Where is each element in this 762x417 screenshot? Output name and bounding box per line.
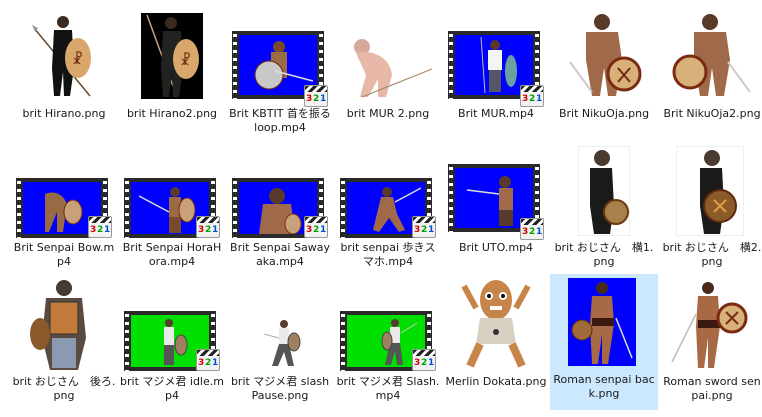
file-grid: ☧ brit Hirano.png ☧ brit Hirano2.png 3 2… — [0, 0, 762, 417]
file-item[interactable]: 321 Brit Senpai HoraHora.mp4 — [118, 142, 226, 278]
video-thumbnail: 321 — [334, 276, 442, 372]
file-name: brit Hirano.png — [22, 107, 106, 120]
file-item[interactable]: brit MUR 2.png — [334, 8, 442, 144]
warrior-image — [670, 12, 754, 98]
person-image — [676, 146, 744, 236]
image-thumbnail — [10, 276, 118, 372]
person-image — [28, 278, 98, 370]
file-item[interactable]: 321 Brit Senpai Sawayaka.mp4 — [226, 142, 334, 278]
file-name: Roman sword senpai.png — [663, 375, 761, 402]
image-thumbnail: ☧ — [118, 8, 226, 104]
file-item[interactable]: 321 Brit UTO.mp4 — [442, 142, 550, 278]
media-player-icon: 321 — [520, 218, 544, 240]
file-item[interactable]: 321 brit マジメ君 idle.mp4 — [118, 276, 226, 412]
person-image — [578, 146, 630, 236]
person-image — [234, 316, 326, 370]
file-item[interactable]: brit おじさん 横2.png — [658, 142, 762, 278]
file-name: Brit UTO.mp4 — [458, 241, 534, 254]
file-item[interactable]: ☧ brit Hirano2.png — [118, 8, 226, 144]
file-name: brit Hirano2.png — [126, 107, 218, 120]
media-player-icon: 321 — [412, 349, 436, 371]
warrior-image: ☧ — [141, 13, 203, 99]
file-item[interactable]: 321 Brit MUR.mp4 — [442, 8, 550, 144]
file-item[interactable]: 321 Brit KBTIT 首を振る loop.mp4 — [226, 8, 334, 144]
file-name: Brit Senpai HoraHora.mp4 — [122, 241, 222, 268]
video-thumbnail: 321 — [10, 142, 118, 238]
image-thumbnail — [550, 142, 658, 238]
file-item[interactable]: 321 brit senpai 歩きスマホ.mp4 — [334, 142, 442, 278]
image-thumbnail — [658, 142, 762, 238]
file-name: brit senpai 歩きスマホ.mp4 — [340, 241, 436, 268]
image-thumbnail — [658, 8, 762, 104]
file-item[interactable]: brit おじさん 横1.png — [550, 142, 658, 278]
file-name: brit マジメ君 slash Pause.png — [230, 375, 330, 402]
file-name: brit おじさん 横1.png — [554, 241, 654, 268]
media-player-icon: 321 — [520, 85, 544, 107]
warrior-image — [666, 278, 756, 370]
file-name: Brit Senpai Sawayaka.mp4 — [230, 241, 330, 268]
file-name: brit マジメ君 idle.mp4 — [120, 375, 224, 402]
warrior-image: ☧ — [32, 12, 94, 98]
file-item[interactable]: Roman senpai back.png — [550, 274, 658, 410]
file-name: brit おじさん 後ろ.png — [12, 375, 116, 402]
warrior-image — [568, 278, 636, 366]
file-name: Brit NikuOja.png — [558, 107, 650, 120]
image-thumbnail — [442, 276, 550, 372]
file-item[interactable]: ☧ brit Hirano.png — [10, 8, 118, 144]
file-name: brit MUR 2.png — [346, 107, 430, 120]
warrior-image — [562, 12, 646, 98]
media-player-icon: 321 — [196, 216, 220, 238]
video-thumbnail: 321 — [442, 142, 550, 240]
video-thumbnail: 321 — [226, 142, 334, 238]
media-player-icon: 321 — [88, 216, 112, 238]
file-name: Roman senpai back.png — [553, 373, 655, 400]
file-item[interactable]: 321 brit マジメ君 Slash.mp4 — [334, 276, 442, 412]
video-thumbnail: 321 — [334, 142, 442, 238]
svg-text:☧: ☧ — [72, 51, 83, 68]
image-thumbnail — [550, 274, 658, 370]
file-item[interactable]: Brit NikuOja2.png — [658, 8, 762, 144]
file-item[interactable]: Roman sword senpai.png — [658, 276, 762, 412]
file-item[interactable]: brit マジメ君 slash Pause.png — [226, 276, 334, 412]
file-name: Merlin Dokata.png — [445, 375, 547, 388]
file-name: Brit KBTIT 首を振る loop.mp4 — [229, 107, 331, 134]
image-thumbnail — [226, 276, 334, 372]
image-thumbnail: ☧ — [10, 8, 118, 104]
file-item[interactable]: 321 Brit Senpai Bow.mp4 — [10, 142, 118, 278]
video-thumbnail: 321 — [226, 8, 334, 107]
file-item[interactable]: Merlin Dokata.png — [442, 276, 550, 412]
video-thumbnail: 321 — [442, 8, 550, 107]
media-player-icon: 321 — [304, 216, 328, 238]
file-item[interactable]: Brit NikuOja.png — [550, 8, 658, 144]
file-name: Brit MUR.mp4 — [458, 107, 534, 120]
file-name: brit マジメ君 Slash.mp4 — [336, 375, 440, 402]
figure-image — [342, 35, 434, 99]
media-player-icon: 321 — [304, 85, 328, 107]
file-name: brit おじさん 横2.png — [662, 241, 762, 268]
statue-image — [456, 278, 536, 370]
image-thumbnail — [658, 276, 762, 372]
video-thumbnail: 321 — [118, 276, 226, 372]
svg-text:☧: ☧ — [180, 52, 191, 69]
media-player-icon: 321 — [412, 216, 436, 238]
video-thumbnail: 321 — [118, 142, 226, 238]
image-thumbnail — [550, 8, 658, 104]
file-item[interactable]: brit おじさん 後ろ.png — [10, 276, 118, 412]
file-name: Brit Senpai Bow.mp4 — [13, 241, 115, 268]
media-player-icon: 321 — [196, 349, 220, 371]
image-thumbnail — [334, 8, 442, 104]
file-name: Brit NikuOja2.png — [663, 107, 761, 120]
